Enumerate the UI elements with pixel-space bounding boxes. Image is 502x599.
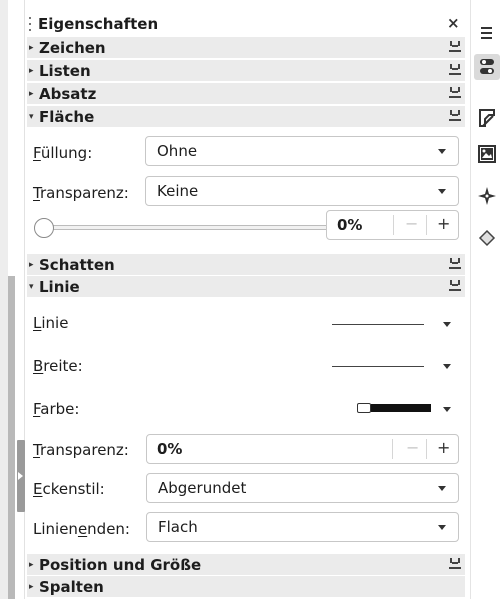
gallery-icon[interactable]: [477, 144, 497, 164]
divider: [393, 215, 394, 235]
corner-style-value: Abgerundet: [158, 479, 247, 497]
section-title: Fläche: [39, 107, 95, 126]
line-ends-value: Flach: [158, 518, 198, 536]
transparency-label: Transparenz:: [33, 184, 129, 202]
line-ends-select[interactable]: Flach: [146, 512, 459, 542]
transparency-select[interactable]: Keine: [145, 176, 459, 206]
dock-icon[interactable]: [449, 87, 461, 99]
transparency-select-value: Keine: [157, 182, 199, 200]
sidebar-tab-bar: [470, 0, 502, 599]
section-title: Spalten: [39, 577, 104, 596]
divider: [426, 215, 427, 235]
increment-button[interactable]: +: [437, 214, 450, 233]
decrement-button[interactable]: −: [405, 214, 418, 233]
expand-arrow-icon: ▸: [29, 65, 34, 76]
line-width-label: Breite:: [33, 357, 83, 375]
chevron-down-icon: [438, 486, 446, 491]
fill-select[interactable]: Ohne: [145, 136, 459, 166]
expand-arrow-icon: ▸: [29, 259, 34, 270]
line-ends-label: Linienenden:: [33, 520, 130, 538]
transparency-slider-track[interactable]: [45, 225, 337, 230]
chevron-down-icon[interactable]: [443, 407, 451, 412]
chevron-down-icon: [438, 525, 446, 530]
chevron-down-icon: [438, 189, 446, 194]
expand-arrow-icon: ▸: [29, 559, 34, 570]
increment-button[interactable]: +: [437, 438, 450, 457]
line-style-label: Linie: [33, 314, 69, 332]
expand-arrow-icon: ▸: [29, 88, 34, 99]
grip-icon[interactable]: [27, 17, 33, 31]
dock-icon[interactable]: [449, 280, 461, 292]
color-picker-icon[interactable]: [357, 403, 371, 413]
styles-icon[interactable]: [477, 108, 497, 128]
menu-icon[interactable]: [477, 24, 497, 44]
corner-style-select[interactable]: Abgerundet: [146, 473, 459, 503]
divider: [392, 439, 393, 459]
line-color-swatch[interactable]: [371, 404, 431, 412]
section-title: Schatten: [39, 255, 115, 274]
section-schatten[interactable]: ▸ Schatten: [27, 254, 465, 275]
line-width-preview[interactable]: [332, 366, 424, 367]
section-linie[interactable]: ▾ Linie: [27, 276, 465, 297]
divider: [426, 439, 427, 459]
dock-splitter[interactable]: [8, 276, 15, 599]
fill-select-value: Ohne: [157, 142, 198, 160]
transparency-percent-value: 0%: [337, 216, 363, 234]
line-transparency-spin[interactable]: 0% − +: [146, 434, 459, 464]
section-title: Zeichen: [39, 38, 106, 57]
expand-arrow-icon: ▸: [29, 581, 34, 592]
navigator-icon[interactable]: [477, 186, 497, 206]
section-title: Listen: [39, 61, 91, 80]
shapes-icon[interactable]: [477, 228, 497, 248]
transparency-percent-spin[interactable]: 0% − +: [326, 210, 459, 240]
section-absatz[interactable]: ▸ Absatz: [27, 83, 465, 104]
expand-arrow-icon: ▸: [29, 42, 34, 53]
section-title: Absatz: [39, 84, 97, 103]
chevron-down-icon[interactable]: [443, 364, 451, 369]
line-transparency-value: 0%: [157, 440, 183, 458]
dock-icon[interactable]: [449, 558, 461, 570]
section-title: Linie: [39, 277, 80, 296]
line-transparency-label: Transparenz:: [33, 441, 129, 459]
panel-title: Eigenschaften: [38, 15, 159, 33]
properties-icon[interactable]: [474, 54, 500, 80]
chevron-down-icon[interactable]: [443, 322, 451, 327]
line-style-preview[interactable]: [332, 324, 424, 325]
collapse-arrow-icon: ▾: [29, 281, 34, 292]
chevron-down-icon: [438, 149, 446, 154]
line-color-label: Farbe:: [33, 400, 80, 418]
section-title: Position und Größe: [39, 555, 202, 574]
left-gutter: [0, 0, 8, 599]
dock-icon[interactable]: [449, 41, 461, 53]
dock-icon[interactable]: [449, 258, 461, 270]
decrement-button[interactable]: −: [406, 438, 419, 457]
chevron-right-icon: [18, 472, 23, 480]
dock-icon[interactable]: [449, 110, 461, 122]
fill-label: Füllung:: [33, 144, 93, 162]
panel-title-bar: Eigenschaften ×: [27, 14, 467, 34]
section-listen[interactable]: ▸ Listen: [27, 60, 465, 81]
section-position-size[interactable]: ▸ Position und Größe: [27, 554, 465, 575]
section-flaeche[interactable]: ▾ Fläche: [27, 106, 465, 127]
collapse-arrow-icon: ▾: [29, 111, 34, 122]
corner-style-label: Eckenstil:: [33, 480, 105, 498]
section-spalten[interactable]: ▸ Spalten: [27, 576, 465, 597]
close-button[interactable]: ×: [447, 14, 460, 32]
section-zeichen[interactable]: ▸ Zeichen: [27, 37, 465, 58]
transparency-slider-handle[interactable]: [34, 218, 54, 238]
dock-icon[interactable]: [449, 64, 461, 76]
